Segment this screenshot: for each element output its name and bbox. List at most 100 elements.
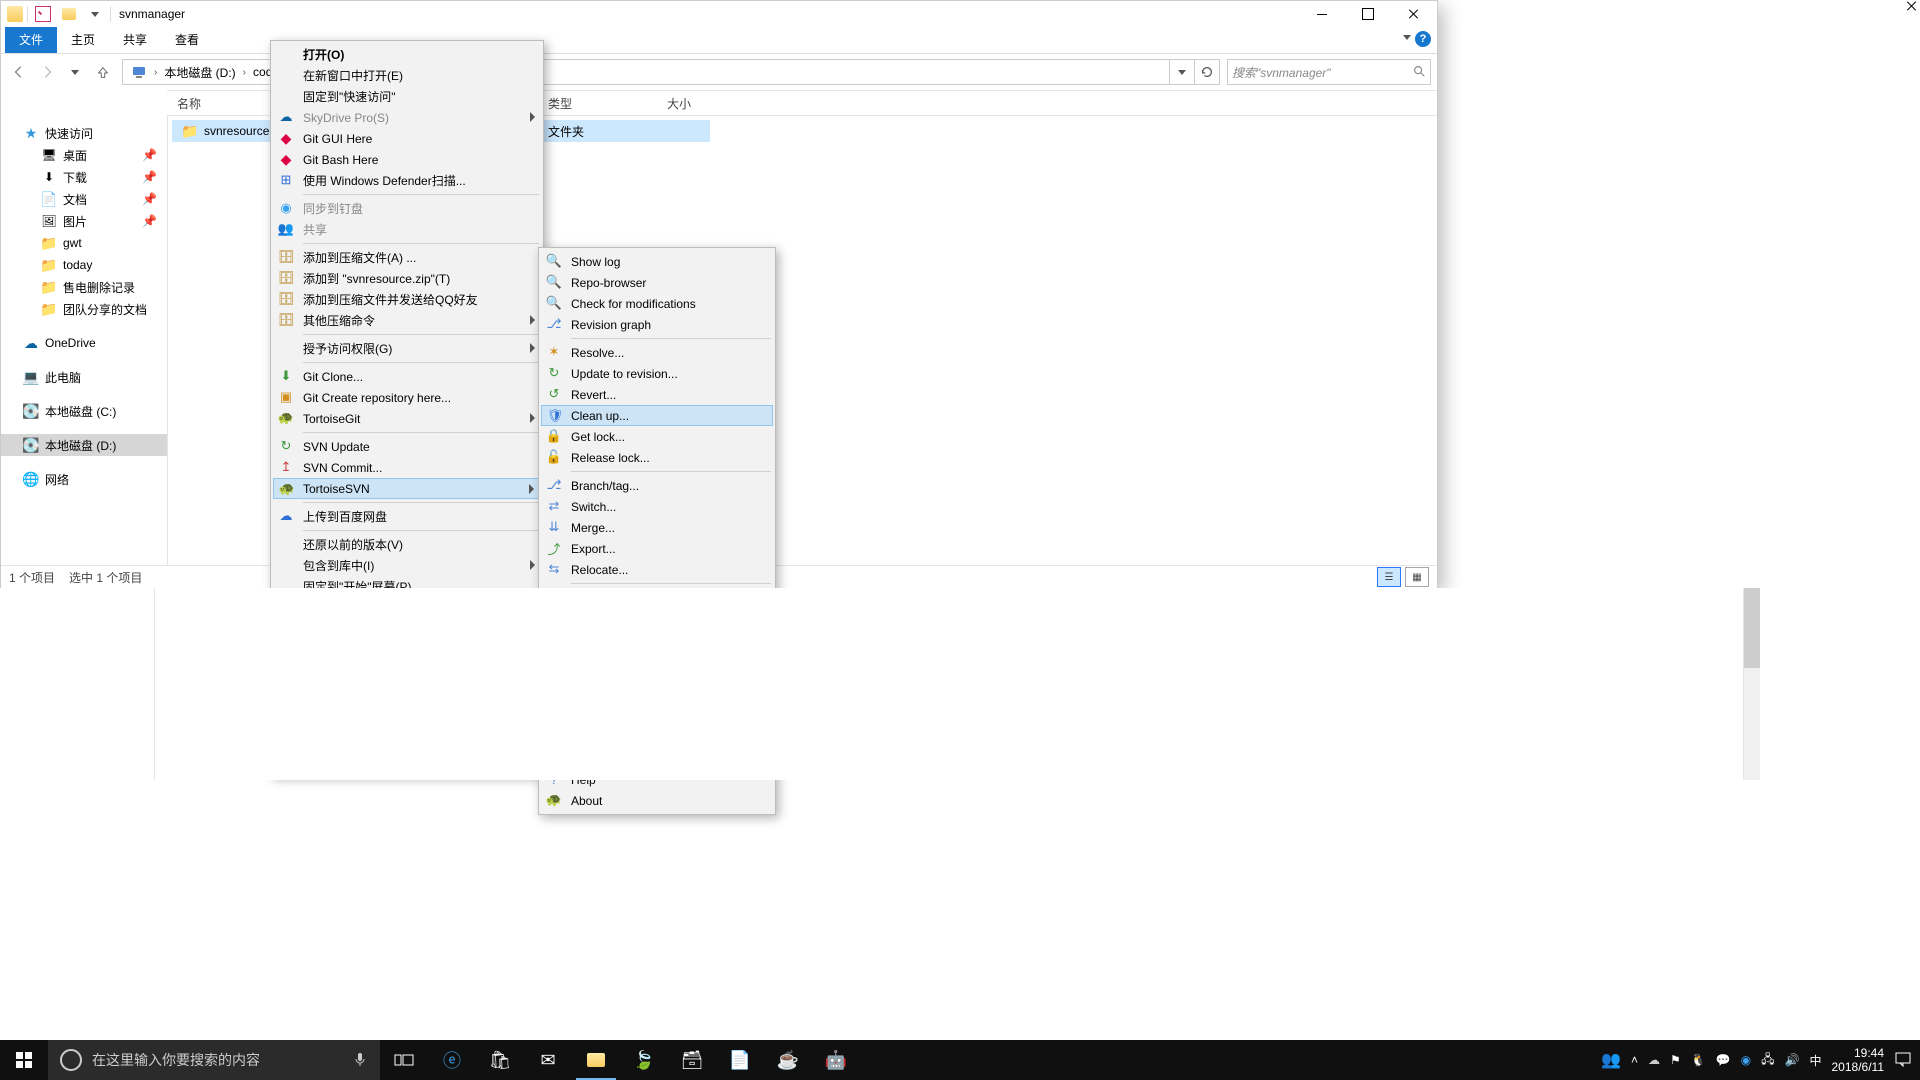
ctx-skydrive[interactable]: ☁SkyDrive Pro(S): [273, 107, 541, 128]
svn-about[interactable]: 🐢About: [541, 790, 773, 811]
taskbar-mail[interactable]: ✉: [524, 1040, 572, 1080]
nav-desktop[interactable]: 🖥桌面📌: [1, 144, 167, 166]
svn-merge[interactable]: ⇊Merge...: [541, 517, 773, 538]
minimize-button[interactable]: [1299, 1, 1345, 27]
taskbar-edge[interactable]: ⓔ: [428, 1040, 476, 1080]
ctx-add-archive[interactable]: 🗄添加到压缩文件(A) ...: [273, 247, 541, 268]
svn-relocate[interactable]: ⇆Relocate...: [541, 559, 773, 580]
nav-back-button[interactable]: [7, 60, 31, 84]
column-type[interactable]: 类型: [538, 95, 657, 112]
svn-revert[interactable]: ↺Revert...: [541, 384, 773, 405]
ctx-defender[interactable]: ⊞使用 Windows Defender扫描...: [273, 170, 541, 191]
chevron-right-icon[interactable]: ›: [240, 67, 249, 78]
ctx-svn-commit[interactable]: ↥SVN Commit...: [273, 457, 541, 478]
view-details-button[interactable]: ☰: [1377, 567, 1401, 587]
nav-pictures[interactable]: 🖼图片📌: [1, 210, 167, 232]
breadcrumb-segment[interactable]: 本地磁盘 (D:): [160, 64, 239, 81]
nav-sale-delete[interactable]: 📁售电删除记录: [1, 276, 167, 298]
tray-onedrive-icon[interactable]: ☁: [1648, 1053, 1660, 1067]
svn-release-lock[interactable]: 🔓Release lock...: [541, 447, 773, 468]
tab-home[interactable]: 主页: [57, 27, 109, 53]
nav-onedrive[interactable]: ☁OneDrive: [1, 332, 167, 354]
svn-switch[interactable]: ⇄Switch...: [541, 496, 773, 517]
tray-ime-label[interactable]: 中: [1809, 1052, 1821, 1069]
nav-gwt[interactable]: 📁gwt: [1, 232, 167, 254]
svn-check-mods[interactable]: 🔍Check for modifications: [541, 293, 773, 314]
ctx-share[interactable]: 👥共享: [273, 219, 541, 240]
tray-qq-icon[interactable]: 🐧: [1691, 1053, 1706, 1067]
nav-quick-access[interactable]: ★快速访问: [1, 122, 167, 144]
ctx-add-archive-zip[interactable]: 🗄添加到 "svnresource.zip"(T): [273, 268, 541, 289]
ctx-open-new-window[interactable]: 在新窗口中打开(E): [273, 65, 541, 86]
nav-up-button[interactable]: [91, 60, 115, 84]
nav-recent-dropdown[interactable]: [63, 60, 87, 84]
nav-documents[interactable]: 📄文档📌: [1, 188, 167, 210]
svn-get-lock[interactable]: 🔒Get lock...: [541, 426, 773, 447]
close-button[interactable]: [1391, 1, 1437, 27]
browser-scrollbar[interactable]: [1744, 588, 1760, 780]
tray-wechat-icon[interactable]: 💬: [1716, 1053, 1731, 1067]
tray-network-icon[interactable]: 🖧: [1761, 1050, 1774, 1071]
view-large-icons-button[interactable]: ▦: [1405, 567, 1429, 587]
taskbar-app-4[interactable]: ☕: [764, 1040, 812, 1080]
nav-forward-button[interactable]: [35, 60, 59, 84]
tray-overflow-icon[interactable]: ˄: [1631, 1053, 1638, 1067]
ctx-add-archive-qq[interactable]: 🗄添加到压缩文件并发送给QQ好友: [273, 289, 541, 310]
tray-people-icon[interactable]: 👥: [1601, 1050, 1621, 1070]
nav-disk-d[interactable]: 💽本地磁盘 (D:): [1, 434, 167, 456]
ctx-restore-previous[interactable]: 还原以前的版本(V): [273, 534, 541, 555]
qat-properties-icon[interactable]: [32, 3, 54, 25]
nav-this-pc[interactable]: 💻此电脑: [1, 366, 167, 388]
nav-disk-c[interactable]: 💽本地磁盘 (C:): [1, 400, 167, 422]
tab-share[interactable]: 共享: [109, 27, 161, 53]
nav-downloads[interactable]: ⬇下载📌: [1, 166, 167, 188]
svn-update-revision[interactable]: ↻Update to revision...: [541, 363, 773, 384]
taskbar-explorer[interactable]: [572, 1040, 620, 1080]
nav-today[interactable]: 📁today: [1, 254, 167, 276]
scrollbar-thumb[interactable]: [1744, 588, 1760, 668]
column-size[interactable]: 大小: [657, 95, 828, 112]
ctx-pin-quick-access[interactable]: 固定到"快速访问": [273, 86, 541, 107]
address-history-dropdown[interactable]: [1169, 60, 1194, 84]
nav-team-share[interactable]: 📁团队分享的文档: [1, 298, 167, 320]
maximize-button[interactable]: [1345, 1, 1391, 27]
taskbar-app-2[interactable]: 🗃: [668, 1040, 716, 1080]
tray-security-icon[interactable]: ⚑: [1670, 1053, 1681, 1067]
tray-dingtalk-icon[interactable]: ◉: [1741, 1053, 1751, 1067]
ctx-git-bash[interactable]: ◆Git Bash Here: [273, 149, 541, 170]
svn-clean-up[interactable]: 🛡Clean up...: [541, 405, 773, 426]
ctx-open[interactable]: 打开(O): [273, 44, 541, 65]
svn-show-log[interactable]: 🔍Show log: [541, 251, 773, 272]
ctx-svn-update[interactable]: ↻SVN Update: [273, 436, 541, 457]
ctx-tortoisegit[interactable]: 🐢TortoiseGit: [273, 408, 541, 429]
svn-resolve[interactable]: ✶Resolve...: [541, 342, 773, 363]
svn-export[interactable]: ⤴Export...: [541, 538, 773, 559]
search-input[interactable]: 搜索"svnmanager": [1227, 59, 1431, 85]
taskbar-app-1[interactable]: 🍃: [620, 1040, 668, 1080]
ctx-other-archive[interactable]: 🗄其他压缩命令: [273, 310, 541, 331]
ctx-sync-dingpan[interactable]: ◉同步到钉盘: [273, 198, 541, 219]
task-view-button[interactable]: [380, 1040, 428, 1080]
qat-dropdown[interactable]: [84, 3, 106, 25]
ctx-git-clone[interactable]: ⬇Git Clone...: [273, 366, 541, 387]
ctx-git-gui[interactable]: ◆Git GUI Here: [273, 128, 541, 149]
microphone-icon[interactable]: [352, 1051, 368, 1067]
ctx-git-create-repo[interactable]: ▣Git Create repository here...: [273, 387, 541, 408]
tray-notifications-icon[interactable]: [1894, 1050, 1912, 1071]
tray-clock[interactable]: 19:44 2018/6/11: [1832, 1046, 1885, 1074]
svn-repo-browser[interactable]: 🔍Repo-browser: [541, 272, 773, 293]
refresh-button[interactable]: [1194, 60, 1219, 84]
svn-revision-graph[interactable]: ⎇Revision graph: [541, 314, 773, 335]
background-close-icon[interactable]: [1906, 0, 1920, 14]
tab-file[interactable]: 文件: [5, 27, 57, 53]
ctx-tortoisesvn[interactable]: 🐢TortoiseSVN: [273, 478, 541, 499]
qat-folder-icon[interactable]: [58, 3, 80, 25]
ribbon-minimize-icon[interactable]: [1403, 35, 1411, 40]
taskbar-app-5[interactable]: 🤖: [812, 1040, 860, 1080]
tray-volume-icon[interactable]: 🔊: [1785, 1053, 1800, 1067]
ctx-include-library[interactable]: 包含到库中(I): [273, 555, 541, 576]
help-icon[interactable]: ?: [1415, 31, 1431, 47]
ctx-grant-access[interactable]: 授予访问权限(G): [273, 338, 541, 359]
chevron-right-icon[interactable]: ›: [151, 67, 160, 78]
cortana-search[interactable]: 在这里输入你要搜索的内容: [48, 1040, 380, 1080]
